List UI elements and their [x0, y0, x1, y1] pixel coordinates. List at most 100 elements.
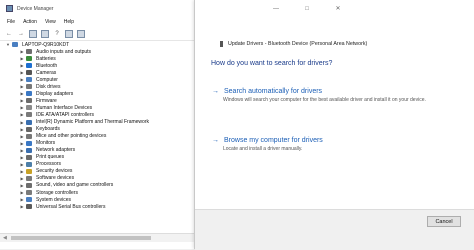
dialog-header: Update Drivers - Bluetooth Device (Perso… — [220, 41, 367, 47]
expand-icon[interactable]: ▶ — [19, 155, 25, 160]
tree-item-label: Display adapters — [36, 90, 74, 97]
expand-icon[interactable]: ▶ — [19, 49, 25, 54]
disk-icon — [26, 84, 32, 90]
forward-arrow-icon[interactable]: → — [17, 30, 25, 38]
tree-item-label: Software devices — [36, 175, 75, 182]
printer-icon — [26, 154, 32, 160]
network-icon — [26, 147, 32, 153]
close-icon[interactable]: ✕ — [333, 5, 343, 13]
tree-item-label: Batteries — [36, 55, 56, 62]
expand-icon[interactable]: ▶ — [19, 127, 25, 132]
tree-item-label: Security devices — [36, 168, 73, 175]
collapse-icon[interactable]: ▼ — [5, 42, 11, 47]
bluetooth-device-icon — [220, 41, 223, 47]
expand-icon[interactable]: ▶ — [19, 148, 25, 153]
expand-icon[interactable]: ▶ — [19, 112, 25, 117]
scan-hardware-icon[interactable] — [65, 29, 73, 38]
computer-icon — [26, 77, 32, 83]
menu-file[interactable]: File — [7, 19, 15, 25]
scroll-thumb[interactable] — [11, 236, 151, 240]
maximize-icon[interactable]: □ — [302, 5, 312, 13]
expand-icon[interactable]: ▶ — [19, 162, 25, 167]
back-arrow-icon[interactable]: ← — [5, 30, 13, 38]
expand-icon[interactable]: ▶ — [19, 105, 25, 110]
device-manager-app-icon — [6, 5, 13, 12]
usb-icon — [26, 204, 32, 210]
expand-icon[interactable]: ▶ — [19, 84, 25, 89]
tree-item-label: Disk drives — [36, 83, 61, 90]
tree-item-label: Storage controllers — [36, 189, 78, 196]
chip-icon — [26, 98, 32, 104]
expand-icon[interactable]: ▶ — [19, 169, 25, 174]
tree-root-label: LAPTOP-Q9R10KDT — [22, 41, 70, 48]
tree-item-label: Mice and other pointing devices — [36, 133, 107, 140]
speaker-icon — [26, 49, 32, 55]
security-icon — [26, 168, 32, 174]
scroll-left-icon[interactable]: ◀ — [3, 235, 7, 241]
expand-icon[interactable]: ▶ — [19, 197, 25, 202]
tree-item-label: Audio inputs and outputs — [36, 48, 92, 55]
software-icon — [26, 175, 32, 181]
properties-icon[interactable] — [29, 29, 37, 38]
expand-icon[interactable]: ▶ — [19, 56, 25, 61]
menu-action[interactable]: Action — [23, 19, 37, 25]
dialog-footer: Cancel — [195, 209, 474, 250]
expand-icon[interactable]: ▶ — [19, 91, 25, 96]
window-title: Device Manager — [17, 5, 54, 12]
expand-icon[interactable]: ▶ — [19, 77, 25, 82]
tree-item-label: System devices — [36, 196, 72, 203]
help-icon[interactable]: ? — [53, 30, 61, 38]
details-icon[interactable] — [41, 29, 49, 38]
search-automatically-option[interactable]: → Search automatically for drivers — [212, 88, 322, 95]
computer-icon — [12, 42, 18, 48]
cancel-button[interactable]: Cancel — [427, 216, 461, 227]
sound-icon — [26, 182, 32, 188]
system-icon — [26, 197, 32, 203]
dialog-question: How do you want to search for drivers? — [211, 60, 333, 67]
expand-icon[interactable]: ▶ — [19, 141, 25, 146]
monitor-icon — [26, 140, 32, 146]
expand-icon[interactable]: ▶ — [19, 70, 25, 75]
tree-item-label: IDE ATA/ATAPI controllers — [36, 111, 94, 118]
expand-icon[interactable]: ▶ — [19, 134, 25, 139]
monitor-icon — [26, 91, 32, 97]
tree-item-label: Universal Serial Bus controllers — [36, 203, 106, 210]
minimize-icon[interactable]: — — [271, 5, 281, 13]
processor-icon — [26, 161, 32, 167]
battery-icon — [26, 56, 32, 62]
tree-item-label: Intel(R) Dynamic Platform and Thermal Fr… — [36, 119, 149, 126]
tree-item-label: Keyboards — [36, 126, 60, 133]
browse-computer-option[interactable]: → Browse my computer for drivers — [212, 137, 323, 144]
keyboard-icon — [26, 126, 32, 132]
update-drivers-dialog: — □ ✕ Update Drivers - Bluetooth Device … — [194, 0, 474, 250]
hid-icon — [26, 105, 32, 111]
expand-icon[interactable]: ▶ — [19, 63, 25, 68]
arrow-right-icon: → — [212, 137, 219, 144]
tree-item-label: Human Interface Devices — [36, 104, 93, 111]
tree-item-label: Monitors — [36, 140, 56, 147]
tree-item-label: Firmware — [36, 97, 57, 104]
controller-icon — [26, 112, 32, 118]
browse-computer-description: Locate and install a driver manually. — [223, 146, 303, 152]
expand-icon[interactable]: ▶ — [19, 190, 25, 195]
tree-item-label: Bluetooth — [36, 62, 58, 69]
search-automatically-description: Windows will search your computer for th… — [223, 97, 426, 103]
mouse-icon — [26, 133, 32, 139]
expand-icon[interactable]: ▶ — [19, 120, 25, 125]
storage-icon — [26, 190, 32, 195]
expand-icon[interactable]: ▶ — [19, 183, 25, 188]
tree-item-label: Print queues — [36, 154, 65, 161]
tree-item-label: Computer — [36, 76, 58, 83]
expand-icon[interactable]: ▶ — [19, 98, 25, 103]
monitor-toolbar-icon[interactable] — [77, 29, 85, 38]
menu-view[interactable]: View — [45, 19, 56, 25]
expand-icon[interactable]: ▶ — [19, 204, 25, 209]
menu-help[interactable]: Help — [64, 19, 74, 25]
tree-item-label: Processors — [36, 161, 62, 168]
dialog-header-text: Update Drivers - Bluetooth Device (Perso… — [228, 41, 368, 47]
expand-icon[interactable]: ▶ — [19, 176, 25, 181]
browse-computer-label: Browse my computer for drivers — [224, 137, 323, 144]
tree-item-label: Network adapters — [36, 147, 76, 154]
bluetooth-icon — [26, 63, 32, 69]
search-automatically-label: Search automatically for drivers — [224, 88, 323, 95]
